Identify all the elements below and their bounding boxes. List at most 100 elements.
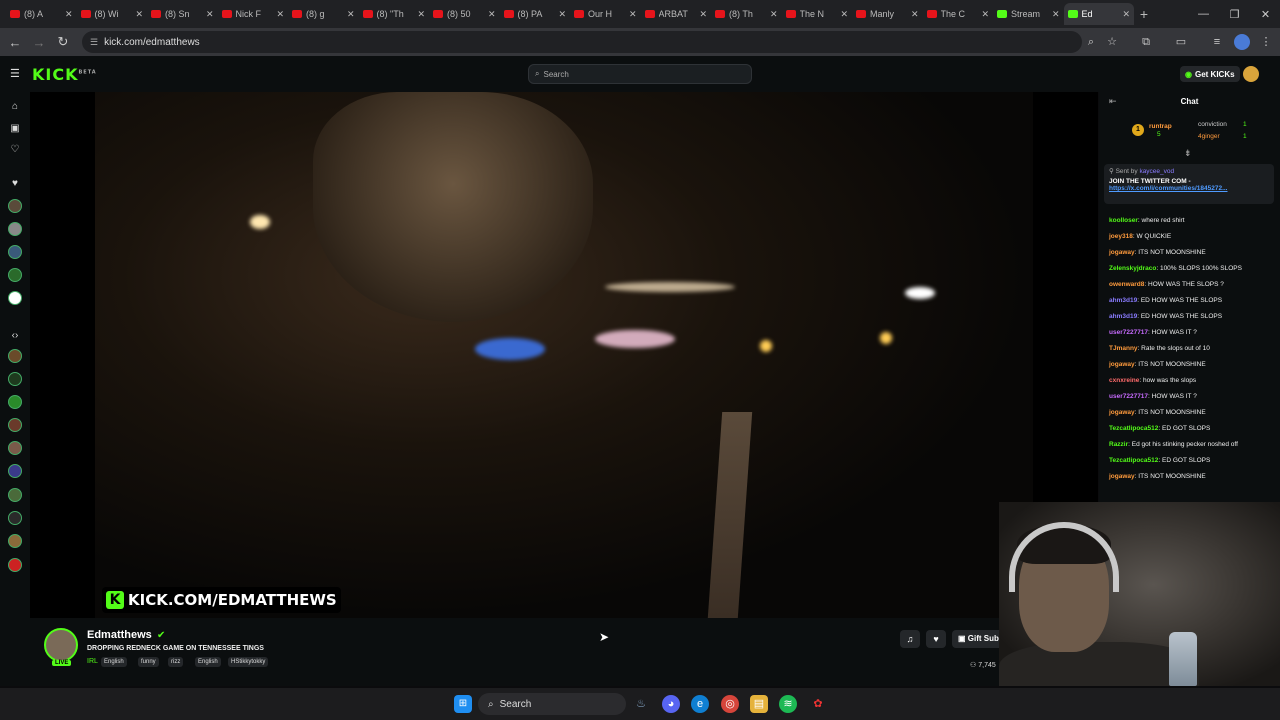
forward-button[interactable]: → [27, 35, 51, 50]
chat-username[interactable]: joey318 [1109, 233, 1133, 240]
stream-tag[interactable]: rizz [168, 657, 184, 667]
gifter-name[interactable]: conviction [1198, 121, 1227, 128]
followed-channel-avatar[interactable] [8, 291, 22, 305]
maximize-button[interactable]: ❐ [1219, 0, 1250, 28]
chat-username[interactable]: Tezcatlipoca512 [1109, 457, 1158, 464]
channel-avatar[interactable] [44, 628, 78, 662]
site-info-icon[interactable]: ☰ [90, 37, 98, 48]
chat-username[interactable]: Razzir [1109, 441, 1128, 448]
close-tab-icon[interactable]: ✕ [629, 9, 637, 20]
recommended-channel-avatar[interactable] [8, 418, 22, 432]
new-tab-button[interactable]: + [1134, 6, 1154, 22]
recommended-channel-avatar[interactable] [8, 349, 22, 363]
chat-username[interactable]: Tezcatlipoca512 [1109, 425, 1158, 432]
close-tab-icon[interactable]: ✕ [770, 9, 778, 20]
close-tab-icon[interactable]: ✕ [1052, 9, 1060, 20]
bookmark-star-icon[interactable]: ☆ [1104, 34, 1120, 50]
stream-tag[interactable]: HStikkytokky [228, 657, 269, 667]
zoom-icon[interactable]: ⌕ [1083, 34, 1099, 50]
close-tab-icon[interactable]: ✕ [65, 9, 73, 20]
browser-tab[interactable]: (8) PA ✕ [500, 3, 571, 25]
video-player[interactable]: K KICK.COM/EDMATTHEWS [30, 92, 1098, 618]
app-icon[interactable]: ✿ [809, 695, 827, 713]
browser-tab[interactable]: (8) 50 ✕ [429, 3, 500, 25]
recommended-channel-avatar[interactable] [8, 372, 22, 386]
chat-username[interactable]: Zelenskyjdraco [1109, 265, 1156, 272]
extensions-icon[interactable]: ⧉ [1138, 34, 1154, 50]
pinned-link[interactable]: https://x.com/i/communities/1845272... [1109, 185, 1269, 192]
spotify-icon[interactable]: ≋ [779, 695, 797, 713]
hamburger-menu-icon[interactable]: ☰ [10, 67, 20, 80]
followed-channel-avatar[interactable] [8, 222, 22, 236]
close-tab-icon[interactable]: ✕ [417, 9, 425, 20]
chat-username[interactable]: user7227717 [1109, 393, 1148, 400]
browser-tab[interactable]: (8) "Th ✕ [359, 3, 430, 25]
chat-username[interactable]: jogaway [1109, 249, 1135, 256]
media-controls-icon[interactable]: ≡ [1209, 34, 1225, 50]
browse-icon[interactable]: ▣ [8, 122, 22, 136]
recommended-channel-avatar[interactable] [8, 534, 22, 548]
site-search-input[interactable]: ⌕ Search [528, 64, 752, 84]
followed-channel-avatar[interactable] [8, 245, 22, 259]
close-tab-icon[interactable]: ✕ [347, 9, 355, 20]
recommended-channel-avatar[interactable] [8, 395, 22, 409]
discord-icon[interactable]: ◕ [662, 695, 680, 713]
taskbar-search[interactable]: ⌕ Search [478, 693, 626, 715]
chat-username[interactable]: user7227717 [1109, 329, 1148, 336]
expand-rail-icon[interactable]: ‹› [8, 329, 22, 343]
chat-username[interactable]: owenward8 [1109, 281, 1144, 288]
recommended-channel-avatar[interactable] [8, 488, 22, 502]
browser-tab[interactable]: (8) Th ✕ [711, 3, 782, 25]
close-tab-icon[interactable]: ✕ [699, 9, 707, 20]
expand-gifters-icon[interactable]: ⇟ [1184, 148, 1192, 159]
back-button[interactable]: ← [3, 35, 27, 50]
chat-username[interactable]: ahm3d19 [1109, 313, 1137, 320]
user-avatar[interactable] [1243, 66, 1259, 82]
browser-tab[interactable]: Nick F ✕ [218, 3, 289, 25]
browser-tab[interactable]: Our H ✕ [570, 3, 641, 25]
close-tab-icon[interactable]: ✕ [840, 9, 848, 20]
close-tab-icon[interactable]: ✕ [981, 9, 989, 20]
stream-category[interactable]: IRL [87, 658, 98, 665]
stream-tag[interactable]: English [101, 657, 127, 667]
browser-tab[interactable]: Ed ✕ [1063, 3, 1134, 25]
followed-channel-avatar[interactable] [8, 268, 22, 282]
browser-menu-icon[interactable]: ⋮ [1258, 34, 1274, 50]
steam-icon[interactable]: ♨ [632, 695, 650, 713]
profile-avatar[interactable] [1234, 34, 1250, 50]
start-menu-icon[interactable]: ⊞ [454, 695, 472, 713]
close-tab-icon[interactable]: ✕ [1122, 9, 1130, 20]
home-icon[interactable]: ⌂ [8, 100, 22, 114]
browser-tab[interactable]: (8) Wi ✕ [77, 3, 148, 25]
chat-username[interactable]: jogaway [1109, 361, 1135, 368]
chrome-icon[interactable]: ◎ [721, 695, 739, 713]
browser-tab[interactable]: (8) Sn ✕ [147, 3, 218, 25]
close-tab-icon[interactable]: ✕ [911, 9, 919, 20]
close-tab-icon[interactable]: ✕ [558, 9, 566, 20]
channel-name[interactable]: Edmatthews [87, 629, 152, 641]
close-tab-icon[interactable]: ✕ [488, 9, 496, 20]
recommended-channel-avatar[interactable] [8, 511, 22, 525]
edge-icon[interactable]: e [691, 695, 709, 713]
browser-tab[interactable]: ARBAT ✕ [641, 3, 712, 25]
close-window-button[interactable]: ✕ [1250, 0, 1280, 28]
chat-username[interactable]: jogaway [1109, 473, 1135, 480]
chat-username[interactable]: ahm3d19 [1109, 297, 1137, 304]
browser-tab[interactable]: (8) g ✕ [288, 3, 359, 25]
gifter-name[interactable]: 4ginger [1198, 133, 1220, 140]
recommended-channel-avatar[interactable] [8, 441, 22, 455]
top-gifter-name[interactable]: runtrap [1149, 123, 1172, 130]
chat-username[interactable]: TJmanny [1109, 345, 1138, 352]
recommended-channel-avatar[interactable] [8, 464, 22, 478]
close-tab-icon[interactable]: ✕ [206, 9, 214, 20]
stream-tag[interactable]: English [195, 657, 221, 667]
reload-button[interactable]: ↻ [51, 34, 75, 50]
minimize-button[interactable]: — [1188, 0, 1219, 28]
chat-username[interactable]: cxnxreine [1109, 377, 1139, 384]
browser-tab[interactable]: Stream ✕ [993, 3, 1064, 25]
sidepanel-icon[interactable]: ▭ [1173, 34, 1189, 50]
chat-username[interactable]: jogaway [1109, 409, 1135, 416]
pinned-sender-name[interactable]: kaycee_vod [1139, 168, 1174, 175]
gift-sub-button[interactable]: ▣ Gift Sub [952, 630, 1005, 648]
followed-channel-avatar[interactable] [8, 199, 22, 213]
